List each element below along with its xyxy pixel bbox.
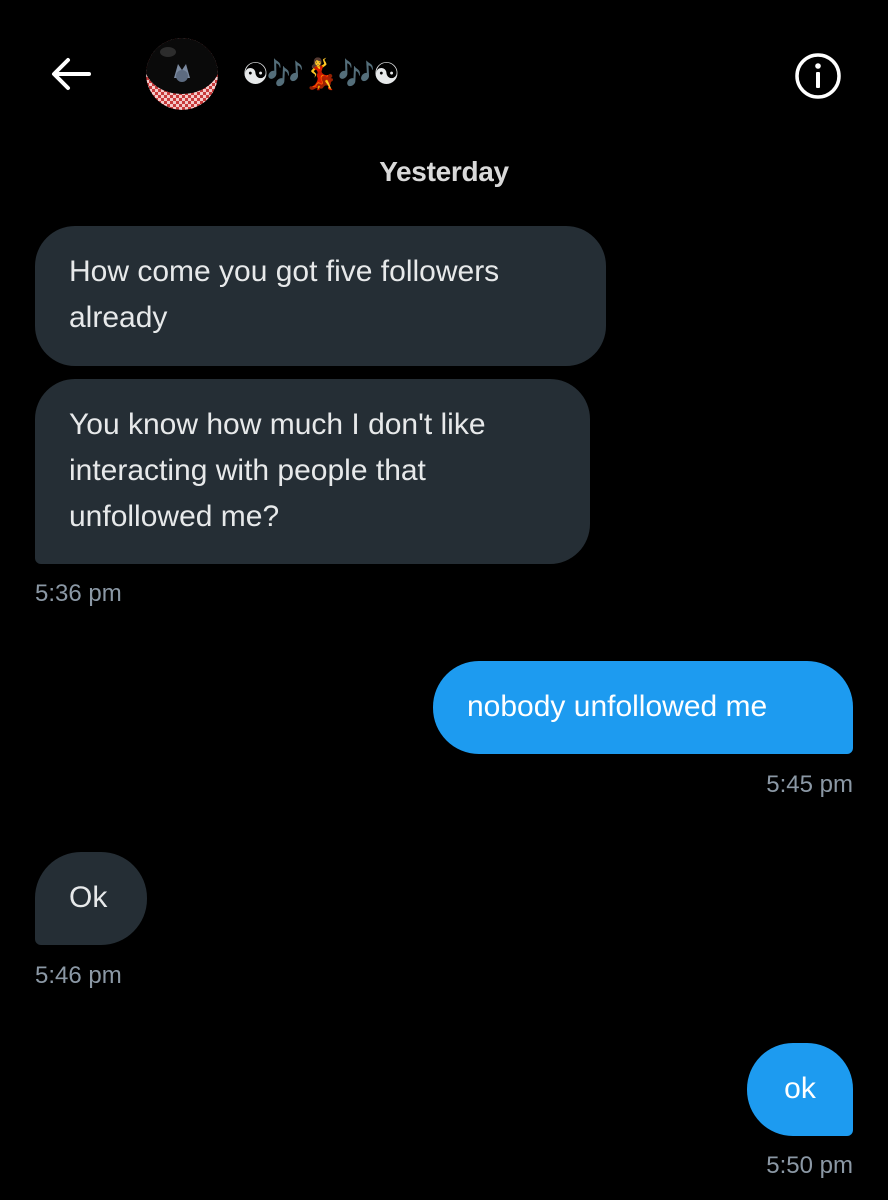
profile-avatar xyxy=(146,38,218,110)
message-text-line: How come you got five followers xyxy=(69,255,500,288)
sent-message-bubble[interactable]: nobody unfollowed me xyxy=(433,661,853,754)
message-text-line: already xyxy=(69,301,168,334)
message-timestamp: 5:36 pm xyxy=(35,580,122,607)
message-timestamp: 5:45 pm xyxy=(766,771,853,798)
conversation-header: ☯🎶💃🎶☯ xyxy=(0,0,888,150)
message-timestamp: 5:46 pm xyxy=(35,962,122,989)
sent-message-bubble[interactable]: ok xyxy=(747,1043,853,1136)
back-button[interactable] xyxy=(44,50,98,98)
message-text-line: interacting with people that xyxy=(69,454,426,487)
arrow-left-icon xyxy=(52,58,91,90)
avatar[interactable] xyxy=(146,38,218,110)
received-message-bubble[interactable]: You know how much I don't like interacti… xyxy=(35,379,590,564)
contact-name[interactable]: ☯🎶💃🎶☯ xyxy=(242,52,400,96)
message-text-line: You know how much I don't like xyxy=(69,408,486,441)
date-separator: Yesterday xyxy=(379,156,509,187)
message-text-line: Ok xyxy=(69,881,108,914)
received-message-bubble[interactable]: How come you got five followers already xyxy=(35,226,606,366)
message-timestamp: 5:50 pm xyxy=(766,1152,853,1179)
message-text-line: ok xyxy=(784,1072,816,1105)
received-message-bubble[interactable]: Ok xyxy=(35,852,147,945)
info-circle-icon xyxy=(795,53,841,99)
message-text-line: nobody unfollowed me xyxy=(467,690,768,723)
info-button[interactable] xyxy=(792,50,844,102)
message-text-line: unfollowed me? xyxy=(69,500,280,533)
